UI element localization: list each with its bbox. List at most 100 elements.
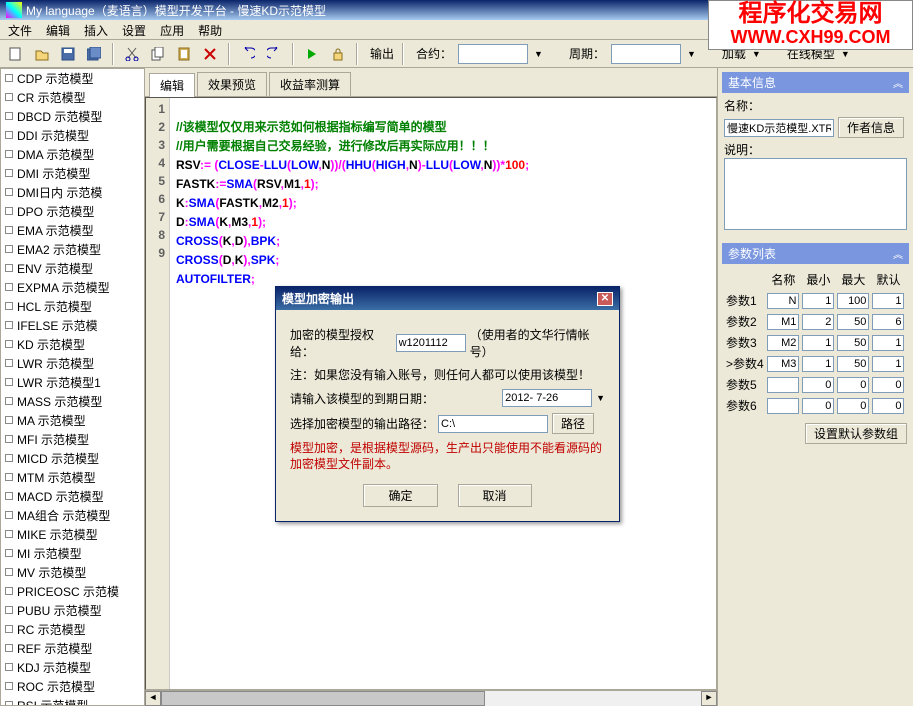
tree-item[interactable]: MICD 示范模型: [1, 449, 144, 468]
param-def-input[interactable]: [872, 293, 904, 309]
param-name-input[interactable]: [767, 335, 799, 351]
tree-item[interactable]: PUBU 示范模型: [1, 601, 144, 620]
tree-item[interactable]: REF 示范模型: [1, 639, 144, 658]
tree-item[interactable]: MV 示范模型: [1, 563, 144, 582]
tree-item[interactable]: DDI 示范模型: [1, 126, 144, 145]
author-info-button[interactable]: 作者信息: [838, 117, 904, 138]
period-input[interactable]: [611, 44, 681, 64]
scroll-right-icon[interactable]: ►: [701, 691, 717, 706]
tree-item[interactable]: DMI 示范模型: [1, 164, 144, 183]
menu-help[interactable]: 帮助: [198, 22, 222, 37]
horizontal-scrollbar[interactable]: ◄ ►: [145, 690, 717, 706]
tree-item[interactable]: DPO 示范模型: [1, 202, 144, 221]
menu-file[interactable]: 文件: [8, 22, 32, 37]
tree-item[interactable]: LWR 示范模型1: [1, 373, 144, 392]
close-icon[interactable]: ✕: [597, 292, 613, 306]
new-button[interactable]: [6, 44, 26, 64]
param-min-input[interactable]: [802, 314, 834, 330]
ok-button[interactable]: 确定: [363, 484, 437, 507]
tree-item[interactable]: ENV 示范模型: [1, 259, 144, 278]
output-path-input[interactable]: [438, 415, 548, 433]
param-max-input[interactable]: [837, 377, 869, 393]
tree-item[interactable]: MTM 示范模型: [1, 468, 144, 487]
param-min-input[interactable]: [802, 356, 834, 372]
cancel-button[interactable]: 取消: [458, 484, 532, 507]
tree-item[interactable]: DMA 示范模型: [1, 145, 144, 164]
param-name-input[interactable]: [767, 314, 799, 330]
tree-item[interactable]: CDP 示范模型: [1, 69, 144, 88]
redo-button[interactable]: [264, 44, 284, 64]
tree-item[interactable]: CR 示范模型: [1, 88, 144, 107]
tree-item[interactable]: IFELSE 示范模: [1, 316, 144, 335]
param-max-input[interactable]: [837, 356, 869, 372]
tree-item[interactable]: KDJ 示范模型: [1, 658, 144, 677]
param-def-input[interactable]: [872, 356, 904, 372]
param-min-input[interactable]: [802, 398, 834, 414]
menu-edit[interactable]: 编辑: [46, 22, 70, 37]
paste-button[interactable]: [174, 44, 194, 64]
param-list-header[interactable]: 参数列表 ︽: [722, 243, 909, 264]
tree-item[interactable]: HCL 示范模型: [1, 297, 144, 316]
menu-app[interactable]: 应用: [160, 22, 184, 37]
tab-edit[interactable]: 编辑: [149, 73, 195, 97]
contract-input[interactable]: [458, 44, 528, 64]
undo-button[interactable]: [238, 44, 258, 64]
tree-item[interactable]: MASS 示范模型: [1, 392, 144, 411]
save-button[interactable]: [58, 44, 78, 64]
tree-item[interactable]: LWR 示范模型: [1, 354, 144, 373]
param-max-input[interactable]: [837, 335, 869, 351]
delete-button[interactable]: [200, 44, 220, 64]
model-tree[interactable]: CDP 示范模型CR 示范模型DBCD 示范模型DDI 示范模型DMA 示范模型…: [0, 68, 145, 706]
param-name-input[interactable]: [767, 293, 799, 309]
menu-settings[interactable]: 设置: [122, 22, 146, 37]
param-min-input[interactable]: [802, 377, 834, 393]
basic-info-header[interactable]: 基本信息 ︽: [722, 72, 909, 93]
param-def-input[interactable]: [872, 335, 904, 351]
tree-item[interactable]: MA组合 示范模型: [1, 506, 144, 525]
tree-item[interactable]: EXPMA 示范模型: [1, 278, 144, 297]
param-def-input[interactable]: [872, 377, 904, 393]
tab-preview[interactable]: 效果预览: [197, 72, 267, 96]
tree-item[interactable]: PRICEOSC 示范模: [1, 582, 144, 601]
expire-date-input[interactable]: [502, 389, 592, 407]
tree-item[interactable]: EMA 示范模型: [1, 221, 144, 240]
tree-item[interactable]: MFI 示范模型: [1, 430, 144, 449]
param-def-input[interactable]: [872, 314, 904, 330]
chevron-up-icon[interactable]: ︽: [893, 75, 903, 90]
model-name-input[interactable]: [724, 119, 834, 137]
param-max-input[interactable]: [837, 293, 869, 309]
tree-item[interactable]: MACD 示范模型: [1, 487, 144, 506]
scroll-left-icon[interactable]: ◄: [145, 691, 161, 706]
browse-path-button[interactable]: 路径: [552, 413, 594, 434]
menu-insert[interactable]: 插入: [84, 22, 108, 37]
tree-item[interactable]: MA 示范模型: [1, 411, 144, 430]
cut-button[interactable]: [122, 44, 142, 64]
chevron-up-icon[interactable]: ︽: [893, 246, 903, 261]
copy-button[interactable]: [148, 44, 168, 64]
grant-account-input[interactable]: [396, 334, 466, 352]
saveas-button[interactable]: [84, 44, 104, 64]
tree-item[interactable]: DMI日内 示范模: [1, 183, 144, 202]
tree-item[interactable]: MIKE 示范模型: [1, 525, 144, 544]
tree-item[interactable]: KD 示范模型: [1, 335, 144, 354]
tab-yield[interactable]: 收益率测算: [269, 72, 351, 96]
param-def-input[interactable]: [872, 398, 904, 414]
dialog-titlebar[interactable]: 模型加密输出 ✕: [276, 287, 619, 310]
play-button[interactable]: [302, 44, 322, 64]
tree-item[interactable]: RSI 示范模型: [1, 696, 144, 706]
param-max-input[interactable]: [837, 314, 869, 330]
lock-button[interactable]: [328, 44, 348, 64]
param-name-input[interactable]: [767, 398, 799, 414]
set-default-params-button[interactable]: 设置默认参数组: [805, 423, 907, 444]
tree-item[interactable]: RC 示范模型: [1, 620, 144, 639]
desc-textarea[interactable]: [724, 158, 907, 230]
tree-item[interactable]: DBCD 示范模型: [1, 107, 144, 126]
param-min-input[interactable]: [802, 293, 834, 309]
param-name-input[interactable]: [767, 377, 799, 393]
param-max-input[interactable]: [837, 398, 869, 414]
open-button[interactable]: [32, 44, 52, 64]
tree-item[interactable]: EMA2 示范模型: [1, 240, 144, 259]
tree-item[interactable]: MI 示范模型: [1, 544, 144, 563]
param-min-input[interactable]: [802, 335, 834, 351]
param-name-input[interactable]: [767, 356, 799, 372]
